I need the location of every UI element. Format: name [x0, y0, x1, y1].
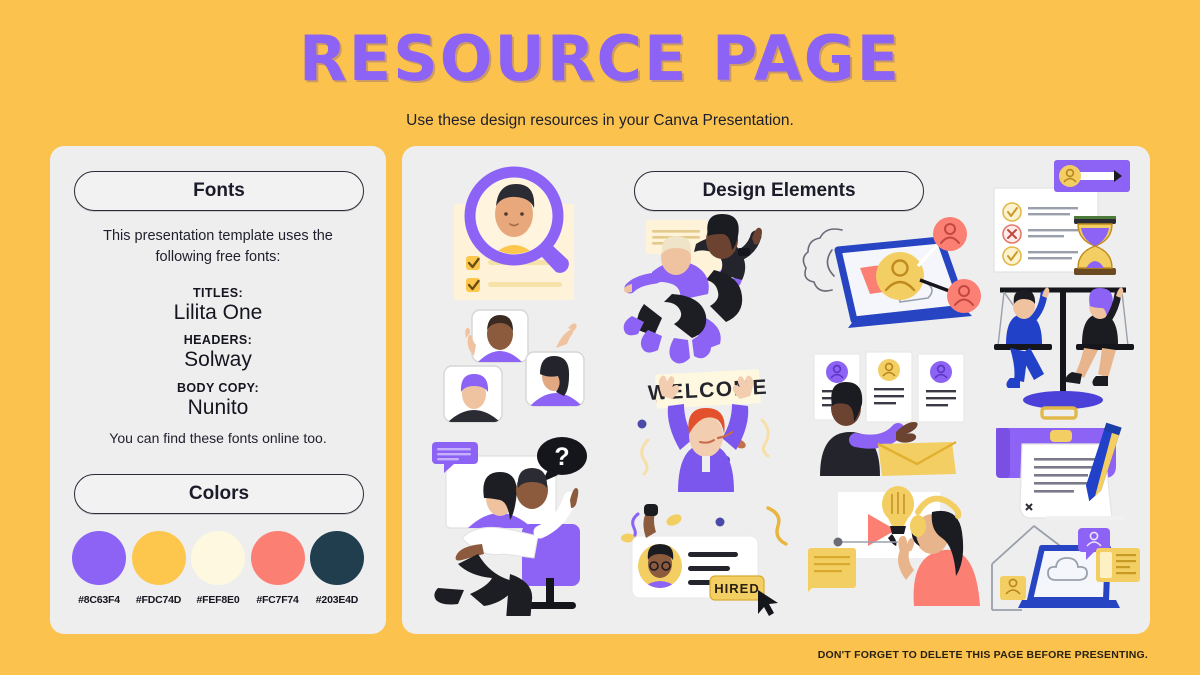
design-elements-heading: Design Elements — [634, 171, 924, 211]
illustration-seated-person-question[interactable]: ? — [422, 426, 618, 616]
color-swatch-3: #FC7F74 — [250, 531, 305, 606]
slide-canvas: RESOURCE PAGE Use these design resources… — [0, 0, 1200, 675]
footer-note: DON'T FORGET TO DELETE THIS PAGE BEFORE … — [817, 649, 1148, 661]
color-swatch-hex-3: #FC7F74 — [256, 594, 299, 606]
svg-text:?: ? — [554, 443, 569, 471]
fonts-heading: Fonts — [74, 171, 364, 211]
color-swatch-1: #FDC74D — [131, 531, 186, 606]
illustration-balance-scale-people[interactable] — [986, 282, 1140, 418]
color-swatch-hex-0: #8C63F4 — [78, 594, 120, 606]
font-group-body-copy: BODY COPY: Nunito — [74, 381, 362, 420]
color-swatch-hex-2: #FEF8E0 — [196, 594, 240, 606]
illustration-magnifier-profile-checklist[interactable] — [430, 166, 610, 306]
fonts-outro-text: You can find these fonts online too. — [109, 430, 327, 446]
font-value-body-copy: Nunito — [187, 396, 249, 419]
font-label-headers: HEADERS: — [183, 333, 253, 347]
page-title: RESOURCE PAGE — [299, 22, 901, 95]
color-swatch-list: #8C63F4 #FDC74D #FEF8E0 #FC7F74 #203E4D — [72, 531, 364, 606]
design-elements-panel: Design Elements ? WELCOME HIRED — [402, 146, 1150, 634]
font-label-titles: TITLES: — [192, 286, 244, 300]
illustration-resume-review-envelope[interactable] — [802, 344, 986, 476]
svg-text:HIRED: HIRED — [714, 581, 759, 596]
color-swatch-dot-0 — [72, 531, 126, 585]
font-label-body-copy: BODY COPY: — [176, 381, 260, 395]
color-swatch-dot-2 — [191, 531, 245, 585]
font-value-headers: Solway — [184, 348, 252, 371]
font-value-titles: Lilita One — [173, 301, 263, 324]
color-swatch-hex-4: #203E4D — [315, 594, 359, 606]
illustration-hired-profile-card[interactable]: HIRED — [618, 494, 804, 616]
colors-heading: Colors — [74, 474, 364, 514]
illustration-two-people-celebrating-document[interactable] — [618, 208, 794, 364]
color-swatch-hex-1: #FDC74D — [135, 594, 182, 606]
illustration-work-from-home-laptop[interactable] — [986, 514, 1140, 618]
font-group-titles: TITLES: Lilita One — [74, 286, 362, 325]
fonts-colors-panel: Fonts This presentation template uses th… — [50, 146, 386, 634]
fonts-intro-text: This presentation template uses the foll… — [103, 228, 333, 266]
color-swatch-4: #203E4D — [310, 531, 364, 606]
color-swatch-2: #FEF8E0 — [191, 531, 245, 606]
illustration-video-lesson-headphones[interactable] — [802, 476, 986, 606]
illustration-checklist-hourglass-progress[interactable] — [986, 156, 1140, 286]
illustration-laptop-network-users[interactable] — [802, 216, 986, 342]
color-swatch-dot-1 — [131, 531, 186, 585]
illustration-welcome-banner-person[interactable]: WELCOME — [618, 364, 794, 492]
color-swatch-dot-4 — [310, 531, 364, 585]
color-swatch-0: #8C63F4 — [72, 531, 126, 606]
illustration-video-call-portraits[interactable] — [430, 304, 610, 430]
font-group-headers: HEADERS: Solway — [74, 333, 362, 372]
color-swatch-dot-3 — [250, 531, 305, 585]
illustration-briefcase-document-pen[interactable] — [986, 404, 1140, 524]
page-subtitle: Use these design resources in your Canva… — [406, 112, 794, 129]
